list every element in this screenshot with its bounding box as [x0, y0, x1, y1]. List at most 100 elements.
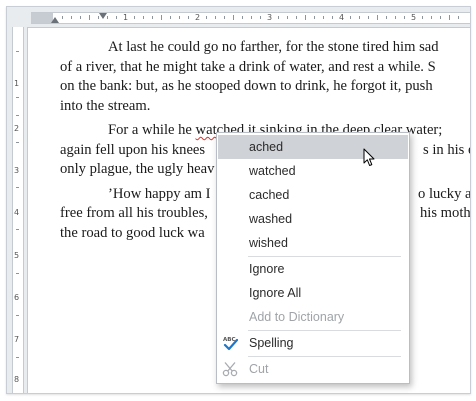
text-line: on the bank: but, as he stooped down to … [60, 78, 433, 94]
ruler-number: 2 [195, 13, 201, 22]
text-line: of a river, that he might take a drink o… [60, 59, 436, 75]
ignore-all-label: Ignore All [249, 286, 302, 300]
mouse-pointer-icon [363, 148, 375, 166]
ruler-tick [440, 16, 441, 19]
ruler-tick [395, 16, 396, 19]
suggestion-item[interactable]: cached [218, 183, 408, 207]
add-to-dictionary-menu-item[interactable]: Add to Dictionary [218, 305, 408, 329]
ruler-tick [161, 15, 162, 20]
ruler-tick [188, 16, 189, 19]
ruler-number: 1 [14, 79, 20, 88]
ruler-tick [224, 16, 225, 19]
ruler-number: 3 [267, 13, 273, 22]
ruler-tick [251, 16, 252, 19]
ruler-tick [215, 16, 216, 19]
ruler-tick [16, 273, 19, 274]
ruler-tick [89, 15, 90, 20]
suggestion-item[interactable]: wished [218, 231, 408, 255]
ruler-tick [80, 16, 81, 19]
ruler-tick [16, 229, 19, 230]
cut-label: Cut [249, 362, 269, 376]
ruler-tick [179, 16, 180, 19]
ruler-tick [170, 16, 171, 19]
text-run: For a while he [108, 122, 196, 138]
ignore-label: Ignore [249, 262, 285, 276]
suggestion-label: ached [249, 140, 284, 154]
ruler-number: 7 [14, 335, 20, 344]
ruler-number: 5 [14, 251, 20, 260]
ruler-number: 5 [411, 13, 417, 22]
ruler-tick [16, 315, 19, 316]
ruler-tick [16, 393, 19, 394]
spelling-menu-item[interactable]: ABC Spelling [218, 331, 408, 355]
ruler-tick [305, 15, 306, 20]
ruler-tick [377, 15, 378, 20]
scissors-icon [222, 362, 238, 377]
cut-menu-item[interactable]: Cut [218, 357, 408, 381]
ignore-all-menu-item[interactable]: Ignore All [218, 281, 408, 305]
suggestion-label: watched [249, 164, 296, 178]
ruler-tick [16, 357, 19, 358]
ruler-tick [422, 16, 423, 19]
ruler-tick [458, 16, 459, 19]
ruler-tick [62, 16, 63, 19]
ruler-tick [278, 16, 279, 19]
vertical-ruler-track: 1 2 3 4 5 6 7 8 [12, 27, 24, 393]
suggestion-label: washed [249, 212, 293, 226]
spelling-label: Spelling [249, 336, 294, 350]
ruler-number: 4 [339, 13, 345, 22]
ruler-tick [449, 15, 450, 20]
ruler-tick [314, 16, 315, 19]
svg-text:ABC: ABC [223, 337, 236, 343]
ruler-tick [386, 16, 387, 19]
add-to-dictionary-label: Add to Dictionary [249, 310, 345, 324]
ruler-tick [233, 15, 234, 20]
text-line: o lucky a [418, 186, 471, 202]
spelling-context-menu: ached watched cached washed wished Ignor… [216, 132, 410, 384]
ruler-tick [16, 115, 19, 116]
ruler-tick [431, 16, 432, 19]
spelling-abc-check-icon: ABC [223, 337, 238, 351]
ruler-tick [260, 16, 261, 19]
ruler-tick [287, 16, 288, 19]
ruler-tick [359, 16, 360, 19]
ruler-tick [404, 16, 405, 19]
horizontal-ruler-track: 1 2 3 4 5 [31, 12, 470, 24]
horizontal-ruler[interactable]: 1 2 3 4 5 [7, 7, 470, 28]
ignore-menu-item[interactable]: Ignore [218, 257, 408, 281]
suggestion-item[interactable]: watched [218, 159, 408, 183]
ruler-tick [368, 16, 369, 19]
ruler-tick [16, 142, 19, 143]
ruler-number: 6 [14, 293, 20, 302]
ruler-tick [296, 16, 297, 19]
text-line: into the stream. [60, 98, 151, 114]
text-line: At last he could go no farther, for the … [108, 39, 439, 55]
ruler-number: 4 [14, 208, 20, 217]
ruler-tick [116, 16, 117, 19]
ruler-number: 8 [14, 375, 20, 384]
ruler-tick [16, 97, 19, 98]
vertical-ruler[interactable]: 1 2 3 4 5 6 7 8 [7, 27, 28, 393]
left-margin-area [31, 13, 53, 23]
ruler-number: 2 [14, 124, 20, 133]
ruler-tick [323, 16, 324, 19]
first-line-indent-marker[interactable] [99, 13, 107, 19]
left-indent-marker[interactable] [51, 17, 59, 23]
ruler-tick [152, 16, 153, 19]
ruler-tick [71, 16, 72, 19]
text-line: s in his e [423, 142, 471, 158]
ruler-tick [134, 16, 135, 19]
suggestion-label: wished [249, 236, 288, 250]
suggestion-item[interactable]: ached [218, 135, 408, 159]
suggestion-item[interactable]: washed [218, 207, 408, 231]
suggestion-label: cached [249, 188, 290, 202]
ruler-tick [332, 16, 333, 19]
text-line: his moth [420, 205, 471, 221]
ruler-tick [16, 187, 19, 188]
ruler-tick [350, 16, 351, 19]
ruler-number: 1 [123, 13, 129, 22]
ruler-tick [107, 16, 108, 19]
ruler-tick [206, 16, 207, 19]
ruler-tick [16, 51, 19, 52]
ruler-tick [143, 16, 144, 19]
